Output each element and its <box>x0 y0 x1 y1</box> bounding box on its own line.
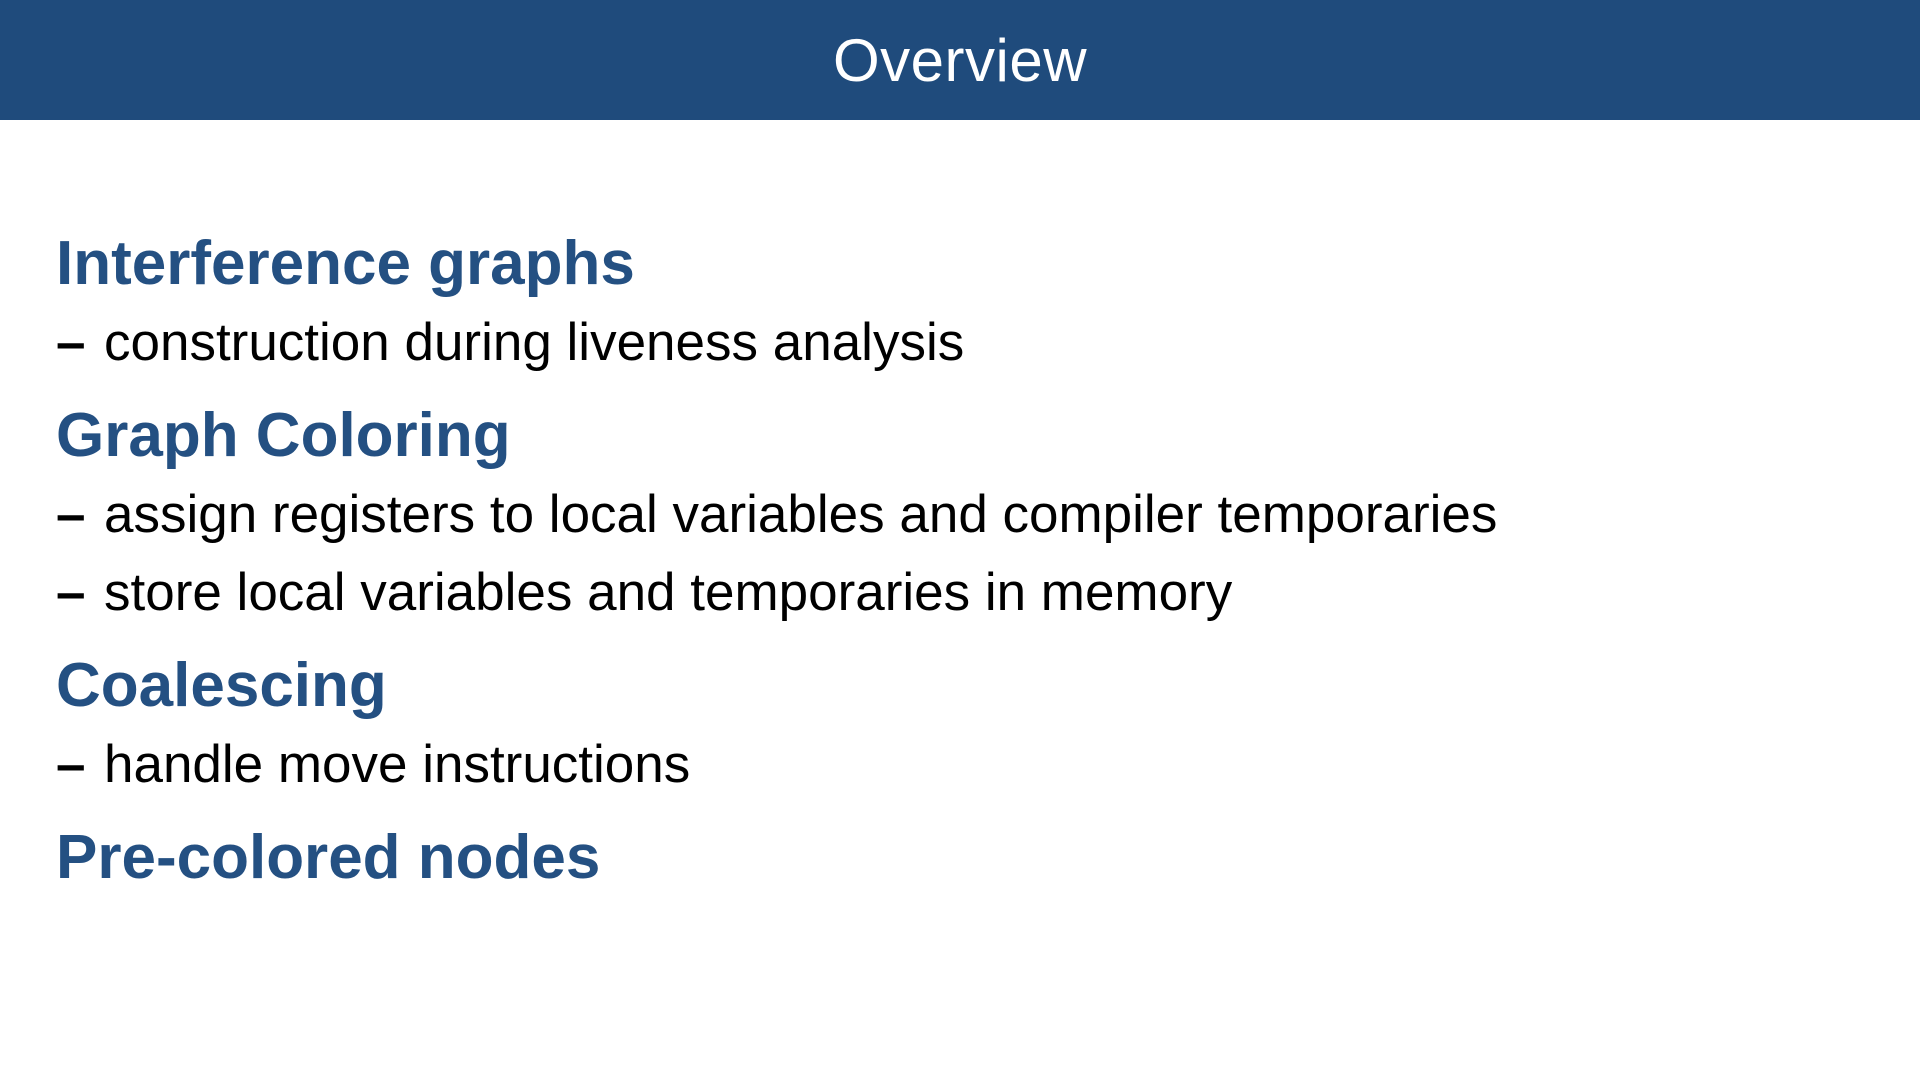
section-interference-graphs: Interference graphs – construction durin… <box>56 224 1880 382</box>
bullet-list: – construction during liveness analysis <box>56 304 1880 382</box>
section-graph-coloring: Graph Coloring – assign registers to loc… <box>56 396 1880 632</box>
bullet-marker: – <box>56 735 86 794</box>
section-heading: Coalescing <box>56 651 387 720</box>
section-heading: Graph Coloring <box>56 401 511 470</box>
slide: Overview Interference graphs – construct… <box>0 0 1920 1080</box>
bullet-list: – handle move instructions <box>56 726 1880 804</box>
bullet-text: handle move instructions <box>104 735 691 794</box>
slide-title: Overview <box>832 27 1088 94</box>
title-bar: Overview <box>0 0 1920 120</box>
bullet-marker: – <box>56 485 86 544</box>
bullet-item: – store local variables and temporaries … <box>56 554 1880 632</box>
bullet-text: assign registers to local variables and … <box>104 485 1498 544</box>
slide-content: Interference graphs – construction durin… <box>56 224 1880 898</box>
section-coalescing: Coalescing – handle move instructions <box>56 646 1880 804</box>
bullet-marker: – <box>56 313 86 372</box>
bullet-item: – construction during liveness analysis <box>56 304 1880 382</box>
section-heading: Interference graphs <box>56 229 635 298</box>
bullet-text: construction during liveness analysis <box>104 313 965 372</box>
section-pre-colored-nodes: Pre-colored nodes <box>56 818 1880 898</box>
bullet-item: – assign registers to local variables an… <box>56 476 1880 554</box>
bullet-text: store local variables and temporaries in… <box>104 563 1233 622</box>
bullet-item: – handle move instructions <box>56 726 1880 804</box>
bullet-marker: – <box>56 563 86 622</box>
bullet-list: – assign registers to local variables an… <box>56 476 1880 632</box>
section-heading: Pre-colored nodes <box>56 823 601 892</box>
